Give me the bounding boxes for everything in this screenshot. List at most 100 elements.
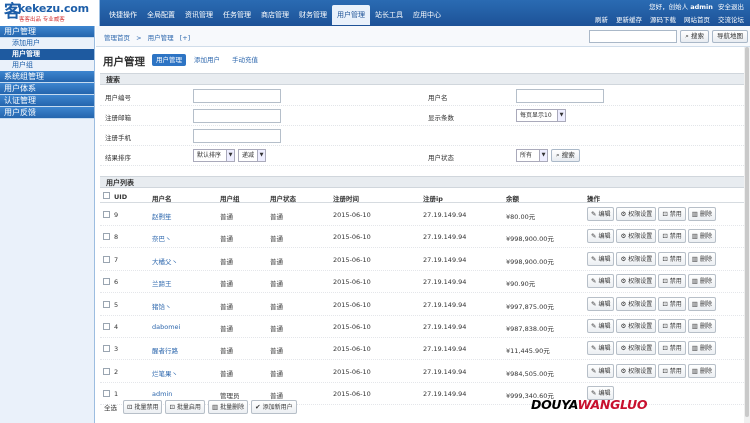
uid-input[interactable] [193, 89, 281, 103]
edit-button[interactable]: ✎ 编辑 [587, 341, 615, 356]
breadcrumb-add[interactable]: [+] [180, 34, 191, 42]
del-button[interactable]: ▥ 删除 [687, 207, 716, 221]
ban-button[interactable]: ⊡ 禁用 [658, 319, 686, 333]
nav-map-button[interactable]: 导航地图 [712, 30, 748, 43]
order-select[interactable]: 递减 ▼ [238, 149, 266, 162]
logout-link[interactable]: 安全退出 [718, 3, 744, 11]
edit-button[interactable]: ✎ 编辑 [587, 251, 615, 266]
select-all-label[interactable]: 全选 [104, 402, 117, 412]
row-checkbox[interactable] [103, 233, 110, 241]
edit-button[interactable]: ✎ 编辑 [587, 296, 615, 311]
toplink-item[interactable]: 网站首页 [684, 14, 710, 24]
vertical-scrollbar[interactable] [744, 47, 750, 423]
row-checkbox[interactable] [103, 323, 110, 330]
topnav-item[interactable]: 站长工具 [370, 5, 408, 25]
perm-button[interactable]: ⚙ 权限设置 [616, 274, 657, 289]
sidebar-group[interactable]: 认证管理 [0, 95, 94, 107]
toplink-item[interactable]: 交流论坛 [718, 14, 744, 24]
batch-enable-button[interactable]: ⊡ 批量启用 [165, 400, 205, 414]
perm-button[interactable]: ⚙ 权限设置 [616, 363, 657, 378]
cell-name[interactable]: 赵剽笙 [152, 211, 172, 221]
toplink-item[interactable]: 刷新 [595, 14, 608, 24]
del-button[interactable]: ▥ 删除 [687, 319, 716, 333]
cell-name[interactable]: 猪饸丶 [152, 301, 172, 311]
cell-name[interactable]: dabomei [152, 323, 180, 331]
perm-button[interactable]: ⚙ 权限设置 [616, 229, 657, 244]
scrollbar-thumb[interactable] [745, 47, 749, 417]
sidebar-group[interactable]: 系统组管理 [0, 71, 94, 83]
status-select[interactable]: 所有 ▼ [516, 149, 548, 162]
topnav-item[interactable]: 资讯管理 [180, 5, 218, 25]
topnav-item[interactable]: 商店管理 [256, 5, 294, 25]
topnav-item[interactable]: 快捷操作 [104, 5, 142, 25]
email-input[interactable] [193, 109, 281, 123]
sidebar-group[interactable]: 用户反馈 [0, 107, 94, 119]
sidebar-group[interactable]: 用户管理 [0, 26, 94, 38]
edit-button[interactable]: ✎ 编辑 [587, 207, 615, 221]
ban-button[interactable]: ⊡ 禁用 [658, 274, 686, 289]
del-button[interactable]: ▥ 删除 [687, 274, 716, 289]
cell-name[interactable]: 奈巴丶 [152, 233, 172, 243]
ban-button[interactable]: ⊡ 禁用 [658, 363, 686, 378]
search-button[interactable]: ⌕ 搜索 [551, 149, 580, 162]
pagesize-select[interactable]: 每页显示10 ▼ [516, 109, 566, 122]
breadcrumb-current[interactable]: 用户管理 [148, 34, 174, 42]
top-search-button[interactable]: ⌕ 搜索 [680, 30, 709, 43]
row-checkbox[interactable] [103, 255, 110, 263]
sidebar-item[interactable]: 用户管理 [0, 49, 94, 60]
tab-user-manage[interactable]: 用户管理 [152, 54, 186, 66]
logo[interactable]: 客 kekezu.com 客客出品 专业威客 [0, 0, 100, 26]
topnav-item[interactable]: 财务管理 [294, 5, 332, 25]
row-checkbox[interactable] [103, 390, 110, 398]
cell-name[interactable]: 大橘父丶 [152, 256, 178, 266]
sidebar-item[interactable]: 添加用户 [0, 38, 94, 49]
perm-button[interactable]: ⚙ 权限设置 [616, 319, 657, 333]
ban-button[interactable]: ⊡ 禁用 [658, 296, 686, 311]
perm-button[interactable]: ⚙ 权限设置 [616, 207, 657, 221]
username-input[interactable] [516, 89, 604, 103]
del-button[interactable]: ▥ 删除 [687, 251, 716, 266]
sidebar-item[interactable]: 用户组 [0, 60, 94, 71]
toplink-item[interactable]: 更新缓存 [616, 14, 642, 24]
row-checkbox[interactable] [103, 278, 110, 286]
add-user-button[interactable]: ✔ 添加新用户 [251, 400, 297, 414]
ban-button[interactable]: ⊡ 禁用 [658, 229, 686, 244]
select-all-checkbox[interactable] [103, 192, 110, 199]
edit-button[interactable]: ✎ 编辑 [587, 363, 615, 378]
topnav-item[interactable]: 应用中心 [408, 5, 446, 25]
ban-button[interactable]: ⊡ 禁用 [658, 207, 686, 221]
toplink-item[interactable]: 源码下载 [650, 14, 676, 24]
tab-manual-recharge[interactable]: 手动充值 [228, 54, 262, 66]
row-checkbox[interactable] [103, 300, 110, 308]
topnav-item[interactable]: 用户管理 [332, 5, 370, 25]
ban-button[interactable]: ⊡ 禁用 [658, 251, 686, 266]
topnav-item[interactable]: 全局配置 [142, 5, 180, 25]
edit-button[interactable]: ✎ 编辑 [587, 229, 615, 244]
edit-button[interactable]: ✎ 编辑 [587, 319, 615, 333]
row-checkbox[interactable] [103, 211, 110, 218]
cell-name[interactable]: admin [152, 390, 172, 398]
cell-name[interactable]: 醒者行路 [152, 345, 178, 355]
del-button[interactable]: ▥ 删除 [687, 296, 716, 311]
del-button[interactable]: ▥ 删除 [687, 229, 716, 244]
top-search-input[interactable] [589, 30, 678, 43]
del-button[interactable]: ▥ 删除 [687, 363, 716, 378]
perm-button[interactable]: ⚙ 权限设置 [616, 341, 657, 356]
row-checkbox[interactable] [103, 367, 110, 375]
ban-button[interactable]: ⊡ 禁用 [658, 341, 686, 356]
edit-button[interactable]: ✎ 编辑 [587, 274, 615, 289]
sort-select[interactable]: 默认排序 ▼ [193, 149, 235, 162]
topnav-item[interactable]: 任务管理 [218, 5, 256, 25]
sidebar-group[interactable]: 用户体系 [0, 83, 94, 95]
tab-add-user[interactable]: 添加用户 [190, 54, 224, 66]
del-button[interactable]: ▥ 删除 [687, 341, 716, 356]
batch-disable-button[interactable]: ⊡ 批量禁用 [123, 400, 163, 414]
perm-button[interactable]: ⚙ 权限设置 [616, 296, 657, 311]
perm-button[interactable]: ⚙ 权限设置 [616, 251, 657, 266]
cell-name[interactable]: 烂笔果丶 [152, 368, 178, 378]
row-checkbox[interactable] [103, 345, 110, 353]
breadcrumb-home[interactable]: 管理首页 [104, 34, 130, 42]
phone-input[interactable] [193, 129, 281, 143]
batch-delete-button[interactable]: ▥ 批量删除 [207, 400, 249, 414]
cell-name[interactable]: 兰蹄王 [152, 278, 172, 288]
